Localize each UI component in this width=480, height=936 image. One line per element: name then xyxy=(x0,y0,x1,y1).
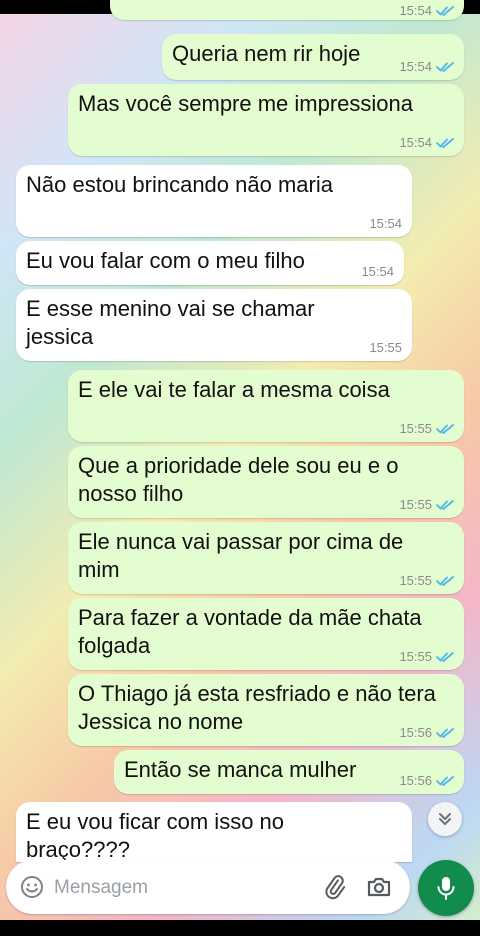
message-time: 15:54 xyxy=(369,216,402,231)
read-ticks-icon xyxy=(436,775,454,786)
double-chevron-down-icon xyxy=(439,813,451,825)
paperclip-icon[interactable] xyxy=(322,874,348,900)
read-ticks-icon xyxy=(436,651,454,662)
message-bubble[interactable]: E ele vai te falar a mesma coisa 15:55 xyxy=(68,370,464,442)
read-ticks-icon xyxy=(436,5,454,16)
voice-record-button[interactable] xyxy=(418,860,474,916)
message-meta: 15:55 xyxy=(399,573,454,588)
message-bubble[interactable]: Mas você sempre me impressiona 15:54 xyxy=(68,84,464,156)
message-meta: 15:55 xyxy=(399,497,454,512)
message-meta: 15:56 xyxy=(399,725,454,740)
message-bubble[interactable]: Para fazer a vontade da mãe chata folgad… xyxy=(68,598,464,670)
message-meta: 15:55 xyxy=(399,649,454,664)
read-ticks-icon xyxy=(436,499,454,510)
message-text: Eu vou falar com o meu filho xyxy=(26,248,305,273)
message-time: 15:55 xyxy=(399,649,432,664)
message-time: 15:54 xyxy=(399,135,432,150)
message-text: Ele nunca vai passar por cima de mim xyxy=(78,529,404,582)
message-time: 15:55 xyxy=(369,340,402,355)
read-ticks-icon xyxy=(436,61,454,72)
message-meta: 15:55 xyxy=(399,421,454,436)
message-meta: 15:54 xyxy=(399,59,454,74)
microphone-icon xyxy=(437,877,455,900)
read-ticks-icon xyxy=(436,575,454,586)
navigation-bar-strip xyxy=(0,920,480,936)
message-text: Que a prioridade dele sou eu e o nosso f… xyxy=(78,453,399,506)
message-bubble[interactable]: Então se manca mulher 15:56 xyxy=(114,750,464,794)
camera-icon[interactable] xyxy=(366,875,392,899)
read-ticks-icon xyxy=(436,727,454,738)
message-time: 15:54 xyxy=(399,3,432,18)
message-meta: 15:54 xyxy=(361,264,394,279)
message-meta: 15:55 xyxy=(369,340,402,355)
message-time: 15:54 xyxy=(361,264,394,279)
message-text: E ele vai te falar a mesma coisa xyxy=(78,377,390,402)
scroll-to-bottom-button[interactable] xyxy=(428,802,462,836)
message-time: 15:54 xyxy=(399,59,432,74)
message-meta: 15:54 xyxy=(369,216,402,231)
message-bubble[interactable]: Ele nunca vai passar por cima de mim 15:… xyxy=(68,522,464,594)
message-time: 15:56 xyxy=(399,725,432,740)
message-bubble[interactable]: Eu vou falar com o meu filho 15:54 xyxy=(16,241,404,285)
message-composer xyxy=(6,860,410,914)
message-bubble[interactable]: O Thiago já esta resfriado e não tera Je… xyxy=(68,674,464,746)
message-bubble[interactable]: Queria nem rir hoje 15:54 xyxy=(162,34,464,80)
message-time: 15:55 xyxy=(399,497,432,512)
message-text: Não estou brincando não maria xyxy=(26,172,333,197)
message-meta: 15:56 xyxy=(399,773,454,788)
message-time: 15:56 xyxy=(399,773,432,788)
emoji-icon[interactable] xyxy=(20,875,44,899)
message-bubble[interactable]: Que a prioridade dele sou eu e o nosso f… xyxy=(68,446,464,518)
message-text: E esse menino vai se chamar jessica xyxy=(26,296,315,349)
message-text: Para fazer a vontade da mãe chata folgad… xyxy=(78,605,422,658)
message-bubble[interactable]: E esse menino vai se chamar jessica 15:5… xyxy=(16,289,412,361)
message-meta: 15:54 xyxy=(399,135,454,150)
message-input[interactable] xyxy=(52,872,306,904)
read-ticks-icon xyxy=(436,423,454,434)
message-text: O Thiago já esta resfriado e não tera Je… xyxy=(78,681,436,734)
message-meta: 15:54 xyxy=(399,3,454,18)
message-time: 15:55 xyxy=(399,421,432,436)
message-text: Mas você sempre me impressiona xyxy=(78,91,414,116)
message-text: E eu vou ficar com isso no braço???? xyxy=(26,809,285,862)
message-time: 15:55 xyxy=(399,573,432,588)
message-bubble[interactable]: E eu vou ficar com isso no braço???? xyxy=(16,802,412,862)
message-bubble-previous[interactable]: 15:54 xyxy=(110,0,464,20)
message-bubble[interactable]: Não estou brincando não maria 15:54 xyxy=(16,165,412,237)
read-ticks-icon xyxy=(436,137,454,148)
